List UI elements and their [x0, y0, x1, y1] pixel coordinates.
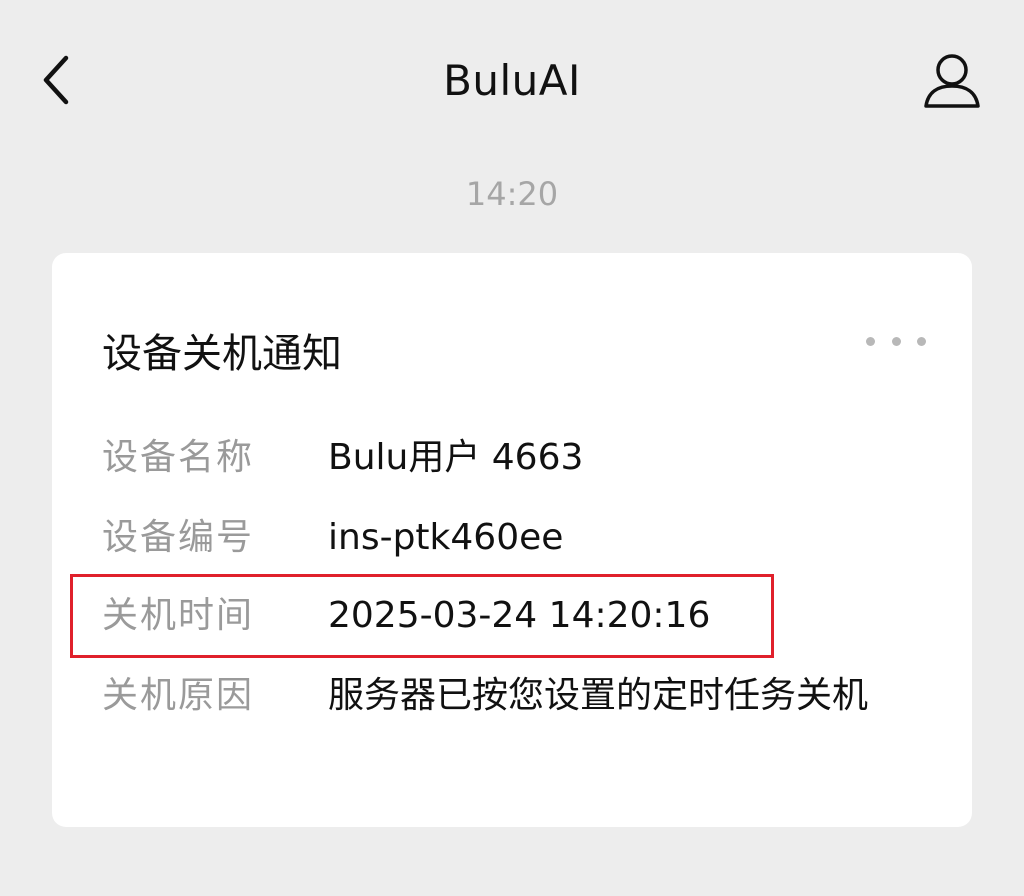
more-dots-icon [917, 336, 926, 346]
chat-screen: BuluAI 14:20 设备关机通知 设备名称 Bulu用户 4663 设备编… [0, 0, 1024, 896]
profile-button[interactable] [920, 50, 984, 112]
device-name-label: 设备名称 [102, 437, 255, 478]
device-name-value: Bulu用户 4663 [328, 437, 584, 478]
card-title: 设备关机通知 [102, 331, 342, 377]
device-id-label: 设备编号 [102, 517, 255, 558]
shutdown-reason-value: 服务器已按您设置的定时任务关机 [328, 675, 869, 716]
highlight-annotation [70, 574, 774, 658]
shutdown-reason-label: 关机原因 [102, 675, 255, 716]
device-id-value: ins-ptk460ee [328, 517, 564, 558]
chat-title: BuluAI [443, 56, 581, 105]
more-dots-icon [866, 336, 875, 346]
top-bar: BuluAI [0, 0, 1024, 160]
notification-card[interactable]: 设备关机通知 设备名称 Bulu用户 4663 设备编号 ins-ptk460e… [52, 253, 972, 827]
message-timestamp: 14:20 [465, 175, 559, 213]
more-options-button[interactable] [866, 331, 926, 351]
more-dots-icon [891, 336, 901, 346]
user-profile-icon [924, 54, 980, 108]
